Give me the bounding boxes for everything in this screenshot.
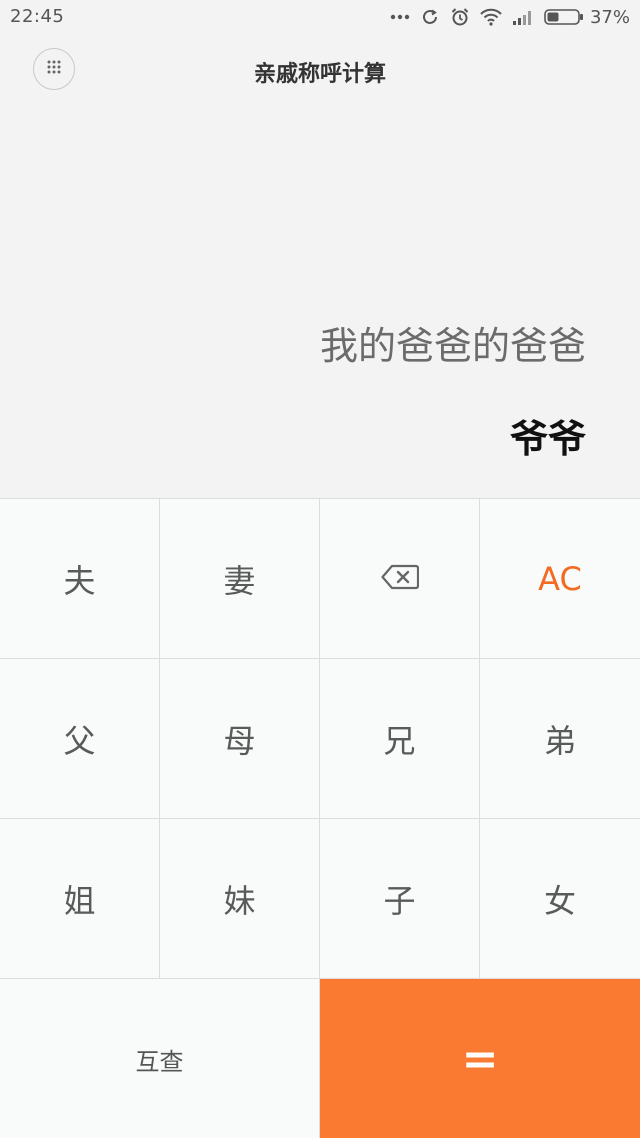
app-screen: 22:45 37% 亲戚称呼计算 我的爸爸的爸爸 爷爷 夫 妻 AC 父 母 兄… <box>0 0 640 1138</box>
result-display: 爷爷 <box>509 417 586 461</box>
status-time: 22:45 <box>10 6 65 27</box>
expression-display: 我的爸爸的爸爸 <box>319 324 586 368</box>
clear-all-button[interactable]: AC <box>480 499 640 659</box>
backspace-icon <box>380 560 419 598</box>
status-icons: 37% <box>390 5 630 29</box>
alarm-icon <box>450 7 470 27</box>
backspace-button[interactable] <box>320 499 480 659</box>
battery-percent: 37% <box>589 6 630 28</box>
key-younger-sister[interactable]: 妹 <box>160 819 320 979</box>
key-mother[interactable]: 母 <box>160 659 320 819</box>
key-wife[interactable]: 妻 <box>160 499 320 659</box>
page-title: 亲戚称呼计算 <box>253 62 386 87</box>
key-son[interactable]: 子 <box>320 819 480 979</box>
battery-status: 37% <box>544 7 630 28</box>
key-father[interactable]: 父 <box>0 659 160 819</box>
signal-icon <box>512 8 534 26</box>
key-daughter[interactable]: 女 <box>480 819 640 979</box>
more-dots-icon <box>390 13 410 21</box>
mutual-lookup-button[interactable]: 互查 <box>0 979 320 1138</box>
key-elder-brother[interactable]: 兄 <box>320 659 480 819</box>
sync-icon <box>420 7 440 27</box>
wifi-icon <box>480 8 502 26</box>
key-younger-brother[interactable]: 弟 <box>480 659 640 819</box>
status-bar: 22:45 37% <box>0 0 640 34</box>
equals-button[interactable]: = <box>320 979 640 1138</box>
battery-icon <box>544 8 584 26</box>
key-husband[interactable]: 夫 <box>0 499 160 659</box>
key-elder-sister[interactable]: 姐 <box>0 819 160 979</box>
keypad: 夫 妻 AC 父 母 兄 弟 姐 妹 子 女 互查 = <box>0 498 640 1138</box>
